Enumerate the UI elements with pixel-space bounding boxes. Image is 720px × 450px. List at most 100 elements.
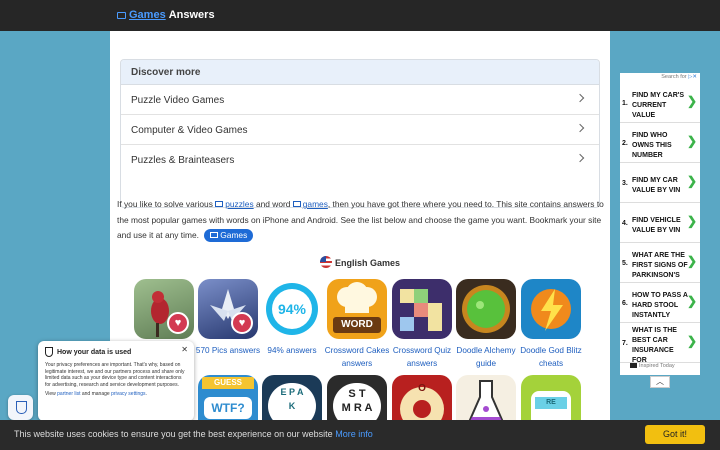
heart-icon: ♥ bbox=[231, 312, 253, 334]
us-flag-icon bbox=[319, 256, 332, 268]
ad-info-icon[interactable]: ▷✕ bbox=[688, 74, 697, 80]
alchemy-orb-icon bbox=[462, 285, 510, 333]
discover-item-label: Puzzles & Brainteasers bbox=[131, 155, 235, 166]
chevron-right-icon: ❯ bbox=[686, 94, 697, 108]
game-label-doodle-alchemy[interactable]: Doodle Alchemy guide bbox=[450, 344, 522, 370]
heart-icon: ♥ bbox=[167, 312, 189, 334]
ad-item-number: 1. bbox=[622, 100, 628, 107]
crossword-cakes-tile[interactable]: WORD bbox=[327, 279, 387, 339]
letter: S bbox=[348, 388, 356, 400]
chevron-right-icon: ❯ bbox=[686, 134, 697, 148]
shield-icon bbox=[45, 347, 53, 357]
guess-text: GUESS bbox=[202, 377, 254, 389]
intro-text: and word bbox=[255, 199, 291, 209]
letter: R bbox=[353, 402, 362, 414]
chevron-right-icon: ❯ bbox=[686, 254, 697, 268]
discover-item-puzzles-brainteasers[interactable]: Puzzles & Brainteasers bbox=[121, 145, 599, 175]
english-games-heading: English Games bbox=[110, 256, 610, 268]
ad-item-1[interactable]: 1. FIND MY CAR'S CURRENT VALUE ❯ bbox=[620, 83, 700, 123]
brand-title: Answers bbox=[168, 9, 215, 21]
ad-item-5[interactable]: 5. WHAT ARE THE FIRST SIGNS OF PARKINSON'… bbox=[620, 243, 700, 283]
discover-more-box: Discover more Puzzle Video Games Compute… bbox=[120, 59, 600, 208]
game-label-94-percent[interactable]: 94% answers bbox=[256, 344, 328, 357]
ad-item-text: FIND MY CAR VALUE BY VIN bbox=[632, 176, 681, 194]
letter: M bbox=[341, 402, 351, 414]
94-percent-tile[interactable]: 94% bbox=[262, 279, 322, 339]
site-brand[interactable]: Games Answers bbox=[117, 9, 215, 21]
crossword-grid-icon bbox=[400, 289, 442, 331]
chevron-right-icon: ❯ bbox=[686, 214, 697, 228]
letter: P bbox=[289, 387, 295, 397]
privacy-popup: How your data is used ✕ Your privacy pre… bbox=[38, 341, 194, 421]
discover-item-puzzle-video-games[interactable]: Puzzle Video Games bbox=[121, 85, 599, 115]
got-it-button[interactable]: Got it! bbox=[645, 425, 705, 444]
letter: T bbox=[358, 388, 366, 400]
letter: A bbox=[364, 402, 373, 414]
more-info-link[interactable]: More info bbox=[335, 429, 373, 439]
gamepad-icon bbox=[215, 201, 224, 207]
chevron-right-icon bbox=[575, 123, 585, 133]
ad-item-number: 7. bbox=[622, 340, 628, 347]
ad-item-number: 6. bbox=[622, 300, 628, 307]
ad-item-text: HOW TO PASS A HARD STOOL INSTANTLY bbox=[632, 291, 688, 319]
ad-item-7[interactable]: 7. WHAT IS THE BEST CAR INSURANCE FOR ❯ bbox=[620, 323, 700, 364]
ad-top-text: Search for bbox=[661, 74, 687, 80]
top-bar: Games Answers bbox=[0, 0, 720, 31]
ad-item-text: WHAT IS THE BEST CAR INSURANCE FOR bbox=[632, 326, 677, 364]
ad-item-number: 4. bbox=[622, 220, 628, 227]
chevron-up-icon[interactable]: ︿ bbox=[650, 376, 670, 388]
ad-item-6[interactable]: 6. HOW TO PASS A HARD STOOL INSTANTLY ❯ bbox=[620, 283, 700, 323]
games-button-label: Games bbox=[220, 230, 248, 240]
privacy-title: How your data is used bbox=[45, 347, 187, 357]
privacy-foot-text: . bbox=[145, 391, 147, 397]
letter: K bbox=[288, 401, 296, 411]
ad-item-2[interactable]: 2. FIND WHO OWNS THIS NUMBER ❯ bbox=[620, 123, 700, 163]
chevron-right-icon: ❯ bbox=[686, 174, 697, 188]
letter: A bbox=[297, 387, 304, 397]
ad-item-number: 5. bbox=[622, 260, 628, 267]
game-label-crossword-quiz[interactable]: Crossword Quiz answers bbox=[386, 344, 458, 370]
games-link[interactable]: games bbox=[303, 199, 328, 209]
discover-heading: Discover more bbox=[121, 60, 599, 85]
section-title-text: English Games bbox=[334, 258, 401, 268]
intro-text: If you like to solve various bbox=[117, 199, 213, 209]
close-icon[interactable]: ✕ bbox=[181, 345, 188, 354]
brand-games-link[interactable]: Games bbox=[129, 9, 166, 21]
game-label-570-pics[interactable]: 570 Pics answers bbox=[192, 344, 264, 357]
game-label-crossword-cakes[interactable]: Crossword Cakes answers bbox=[321, 344, 393, 370]
cookie-banner: This website uses cookies to ensure you … bbox=[0, 420, 720, 450]
chevron-right-icon: ❯ bbox=[686, 334, 697, 348]
lightning-icon bbox=[531, 289, 571, 331]
privacy-foot-text: View bbox=[45, 391, 56, 397]
ad-panel: Search for ▷✕ 1. FIND MY CAR'S CURRENT VA… bbox=[620, 73, 700, 375]
crossword-quiz-tile[interactable] bbox=[392, 279, 452, 339]
re-text: RE bbox=[546, 399, 556, 406]
ad-item-text: WHAT ARE THE FIRST SIGNS OF PARKINSON'S bbox=[632, 251, 688, 279]
discover-item-computer-video-games[interactable]: Computer & Video Games bbox=[121, 115, 599, 145]
word-text: WORD bbox=[333, 317, 381, 333]
ad-item-4[interactable]: 4. FIND VEHICLE VALUE BY VIN ❯ bbox=[620, 203, 700, 243]
ad-item-3[interactable]: 3. FIND MY CAR VALUE BY VIN ❯ bbox=[620, 163, 700, 203]
chevron-right-icon bbox=[575, 153, 585, 163]
bird-game-tile[interactable]: ♥ bbox=[134, 279, 194, 339]
intro-paragraph: If you like to solve various puzzles and… bbox=[117, 197, 607, 244]
privacy-settings-link[interactable]: privacy settings bbox=[111, 391, 145, 397]
doodle-alchemy-tile[interactable] bbox=[456, 279, 516, 339]
privacy-shield-button[interactable] bbox=[8, 395, 33, 420]
chevron-right-icon bbox=[575, 93, 585, 103]
discover-item-label: Computer & Video Games bbox=[131, 125, 248, 136]
gamepad-icon bbox=[210, 232, 219, 238]
570-pics-tile[interactable]: ♥ bbox=[198, 279, 258, 339]
privacy-body: Your privacy preferences are important. … bbox=[45, 362, 185, 388]
puzzles-link[interactable]: puzzles bbox=[225, 199, 253, 209]
privacy-foot-text: and manage bbox=[81, 391, 110, 397]
ad-item-text: FIND WHO OWNS THIS NUMBER bbox=[632, 131, 672, 159]
gamepad-icon bbox=[117, 11, 126, 19]
ad-item-number: 3. bbox=[622, 180, 628, 187]
partner-list-link[interactable]: partner list bbox=[57, 391, 80, 397]
games-button[interactable]: Games bbox=[204, 229, 254, 242]
letter: E bbox=[280, 387, 287, 397]
discover-item-label: Puzzle Video Games bbox=[131, 95, 225, 106]
doodle-god-blitz-tile[interactable] bbox=[521, 279, 581, 339]
game-label-doodle-god-blitz[interactable]: Doodle God Blitz cheats bbox=[515, 344, 587, 370]
